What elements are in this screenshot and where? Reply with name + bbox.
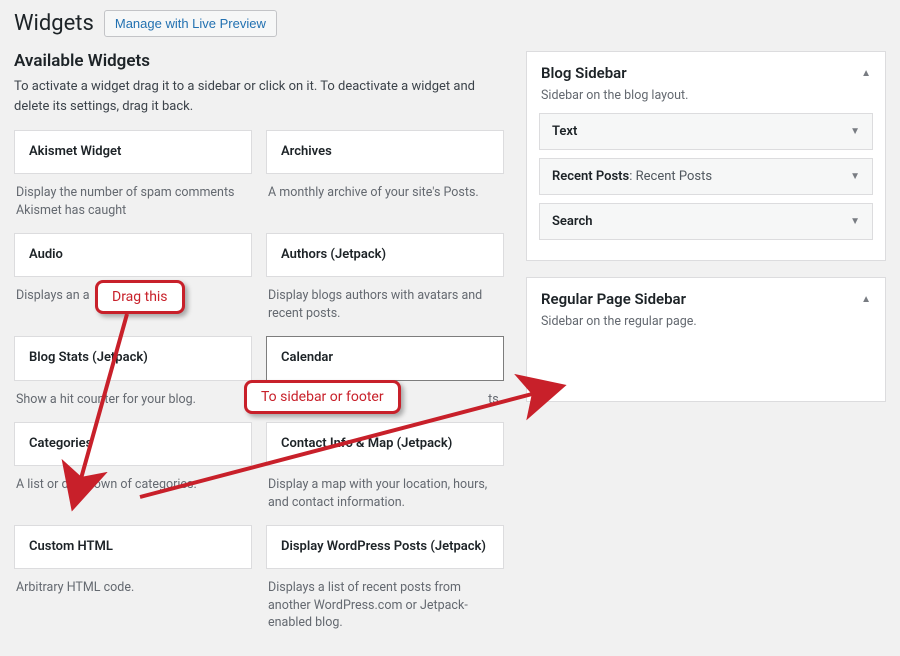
sidebar-area-title: Regular Page Sidebar [541, 290, 686, 308]
widget-description: A list or dropdown of categories. [14, 466, 252, 494]
placed-widget-recent-posts[interactable]: Recent Posts: Recent Posts ▼ [539, 158, 873, 195]
widget-description: Displays a list of recent posts from ano… [266, 569, 504, 632]
sidebar-areas-column: Blog Sidebar ▲ Sidebar on the blog layou… [526, 51, 886, 646]
caret-down-icon: ▼ [850, 126, 860, 137]
page-title: Widgets [14, 11, 94, 36]
placed-widget-label: Search [552, 214, 593, 229]
annotation-to-sidebar: To sidebar or footer [244, 380, 401, 414]
widget-title[interactable]: Authors (Jetpack) [266, 233, 504, 277]
page-header: Widgets Manage with Live Preview [14, 10, 886, 37]
widget-title[interactable]: Calendar [266, 336, 504, 380]
sidebar-drop-zone[interactable] [527, 339, 885, 389]
placed-widget-search[interactable]: Search ▼ [539, 203, 873, 240]
widget-custom-html[interactable]: Custom HTML Arbitrary HTML code. [14, 525, 252, 632]
widget-description: Display a map with your location, hours,… [266, 466, 504, 511]
sidebar-area-description: Sidebar on the regular page. [527, 314, 885, 339]
caret-down-icon: ▼ [850, 171, 860, 182]
widget-description: Show a hit counter for your blog. [14, 381, 252, 409]
widget-categories[interactable]: Categories A list or dropdown of categor… [14, 422, 252, 511]
widget-description: Arbitrary HTML code. [14, 569, 252, 597]
widget-title[interactable]: Audio [14, 233, 252, 277]
caret-down-icon: ▼ [850, 216, 860, 227]
widget-authors-jetpack[interactable]: Authors (Jetpack) Display blogs authors … [266, 233, 504, 322]
widget-title[interactable]: Categories [14, 422, 252, 466]
widget-akismet[interactable]: Akismet Widget Display the number of spa… [14, 130, 252, 219]
widget-title[interactable]: Blog Stats (Jetpack) [14, 336, 252, 380]
widget-contact-info-map-jetpack[interactable]: Contact Info & Map (Jetpack) Display a m… [266, 422, 504, 511]
widget-title[interactable]: Display WordPress Posts (Jetpack) [266, 525, 504, 569]
placed-widget-text[interactable]: Text ▼ [539, 113, 873, 150]
caret-up-icon: ▲ [861, 294, 871, 305]
available-widgets-title: Available Widgets [14, 51, 504, 71]
widget-title[interactable]: Contact Info & Map (Jetpack) [266, 422, 504, 466]
widget-description: Display blogs authors with avatars and r… [266, 277, 504, 322]
widget-title[interactable]: Akismet Widget [14, 130, 252, 174]
widget-blog-stats-jetpack[interactable]: Blog Stats (Jetpack) Show a hit counter … [14, 336, 252, 408]
placed-widget-sub: : Recent Posts [629, 169, 712, 184]
sidebar-area-toggle[interactable]: Regular Page Sidebar ▲ [527, 278, 885, 314]
widget-archives[interactable]: Archives A monthly archive of your site'… [266, 130, 504, 219]
sidebar-area-regular-page: Regular Page Sidebar ▲ Sidebar on the re… [526, 277, 886, 402]
widget-title[interactable]: Custom HTML [14, 525, 252, 569]
sidebar-area-description: Sidebar on the blog layout. [527, 88, 885, 113]
placed-widget-label: Text [552, 124, 577, 139]
widget-display-wordpress-posts-jetpack[interactable]: Display WordPress Posts (Jetpack) Displa… [266, 525, 504, 632]
manage-live-preview-button[interactable]: Manage with Live Preview [104, 10, 277, 37]
widget-description: Display the number of spam comments Akis… [14, 174, 252, 219]
available-widgets-column: Available Widgets To activate a widget d… [14, 51, 504, 646]
placed-widget-label: Recent Posts [552, 169, 629, 184]
sidebar-area-title: Blog Sidebar [541, 64, 627, 82]
caret-up-icon: ▲ [861, 68, 871, 79]
sidebar-area-toggle[interactable]: Blog Sidebar ▲ [527, 52, 885, 88]
annotation-drag-this: Drag this [95, 280, 185, 314]
widget-description: A monthly archive of your site's Posts. [266, 174, 504, 202]
sidebar-area-blog: Blog Sidebar ▲ Sidebar on the blog layou… [526, 51, 886, 261]
available-widgets-description: To activate a widget drag it to a sideba… [14, 77, 504, 116]
widget-title[interactable]: Archives [266, 130, 504, 174]
